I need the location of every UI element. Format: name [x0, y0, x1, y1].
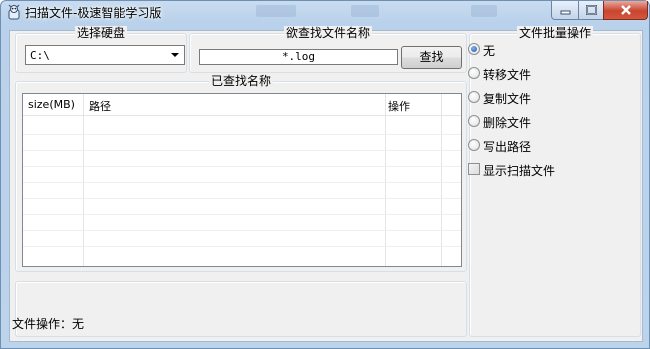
results-group-label: 已查找名称 — [208, 74, 273, 88]
maximize-button[interactable] — [578, 1, 604, 20]
radio-button[interactable] — [468, 115, 480, 127]
app-window: 扫描文件-极速智能学习版 选择硬盘 C:\ 欲查找文件名称 *.log 查找 已… — [0, 0, 650, 349]
radio-option-label[interactable]: 删除文件 — [483, 114, 531, 131]
column-header-action[interactable]: 操作 — [388, 98, 410, 114]
grid-line — [23, 182, 461, 183]
radio-option-label[interactable]: 写出路径 — [483, 138, 531, 155]
radio-option-label[interactable]: 转移文件 — [483, 66, 531, 83]
grid-line — [23, 246, 461, 247]
title-glow — [471, 5, 497, 17]
results-list[interactable]: size(MB) 路径 操作 — [22, 93, 462, 267]
drive-select-value: C:\ — [30, 49, 50, 62]
chevron-down-icon[interactable] — [171, 53, 179, 57]
batch-group-label: 文件批量操作 — [516, 26, 593, 40]
column-divider — [83, 94, 84, 266]
filename-input[interactable]: *.log — [199, 49, 398, 65]
checkbox-label[interactable]: 显示扫描文件 — [483, 162, 555, 179]
drive-group-label: 选择硬盘 — [74, 26, 127, 40]
window-title: 扫描文件-极速智能学习版 — [25, 6, 162, 20]
client-area: 选择硬盘 C:\ 欲查找文件名称 *.log 查找 已查找名称 size(MB)… — [9, 26, 643, 342]
title-bar[interactable]: 扫描文件-极速智能学习版 — [1, 1, 649, 23]
close-button[interactable] — [603, 1, 648, 20]
grid-line — [23, 214, 461, 215]
results-list-header: size(MB) 路径 操作 — [23, 94, 461, 116]
column-header-size[interactable]: size(MB) — [28, 98, 75, 111]
grid-line — [23, 230, 461, 231]
results-group: 已查找名称 size(MB) 路径 操作 — [15, 74, 467, 272]
title-glow — [351, 5, 379, 17]
app-icon — [6, 4, 22, 20]
search-group: 欲查找文件名称 *.log 查找 — [189, 26, 467, 73]
minimize-button[interactable] — [551, 1, 579, 20]
column-header-path[interactable]: 路径 — [89, 98, 111, 114]
checkbox[interactable] — [468, 163, 480, 175]
radio-option-label[interactable]: 复制文件 — [483, 90, 531, 107]
grid-line — [23, 150, 461, 151]
grid-line — [23, 134, 461, 135]
drive-group: 选择硬盘 C:\ — [15, 26, 187, 73]
radio-button[interactable] — [468, 91, 480, 103]
radio-button[interactable] — [468, 67, 480, 79]
title-glow — [256, 5, 296, 17]
grid-line — [23, 198, 461, 199]
file-operation-status: 文件操作：无 — [12, 317, 85, 331]
radio-button[interactable] — [468, 139, 480, 151]
radio-option-label[interactable]: 无 — [483, 42, 495, 59]
radio-selected-dot — [471, 46, 477, 52]
radio-button[interactable] — [468, 43, 480, 55]
column-divider — [385, 94, 386, 266]
search-group-label: 欲查找文件名称 — [283, 26, 372, 40]
column-divider — [441, 94, 442, 266]
grid-line — [23, 166, 461, 167]
search-button[interactable]: 查找 — [401, 46, 462, 69]
drive-select[interactable]: C:\ — [25, 45, 185, 65]
